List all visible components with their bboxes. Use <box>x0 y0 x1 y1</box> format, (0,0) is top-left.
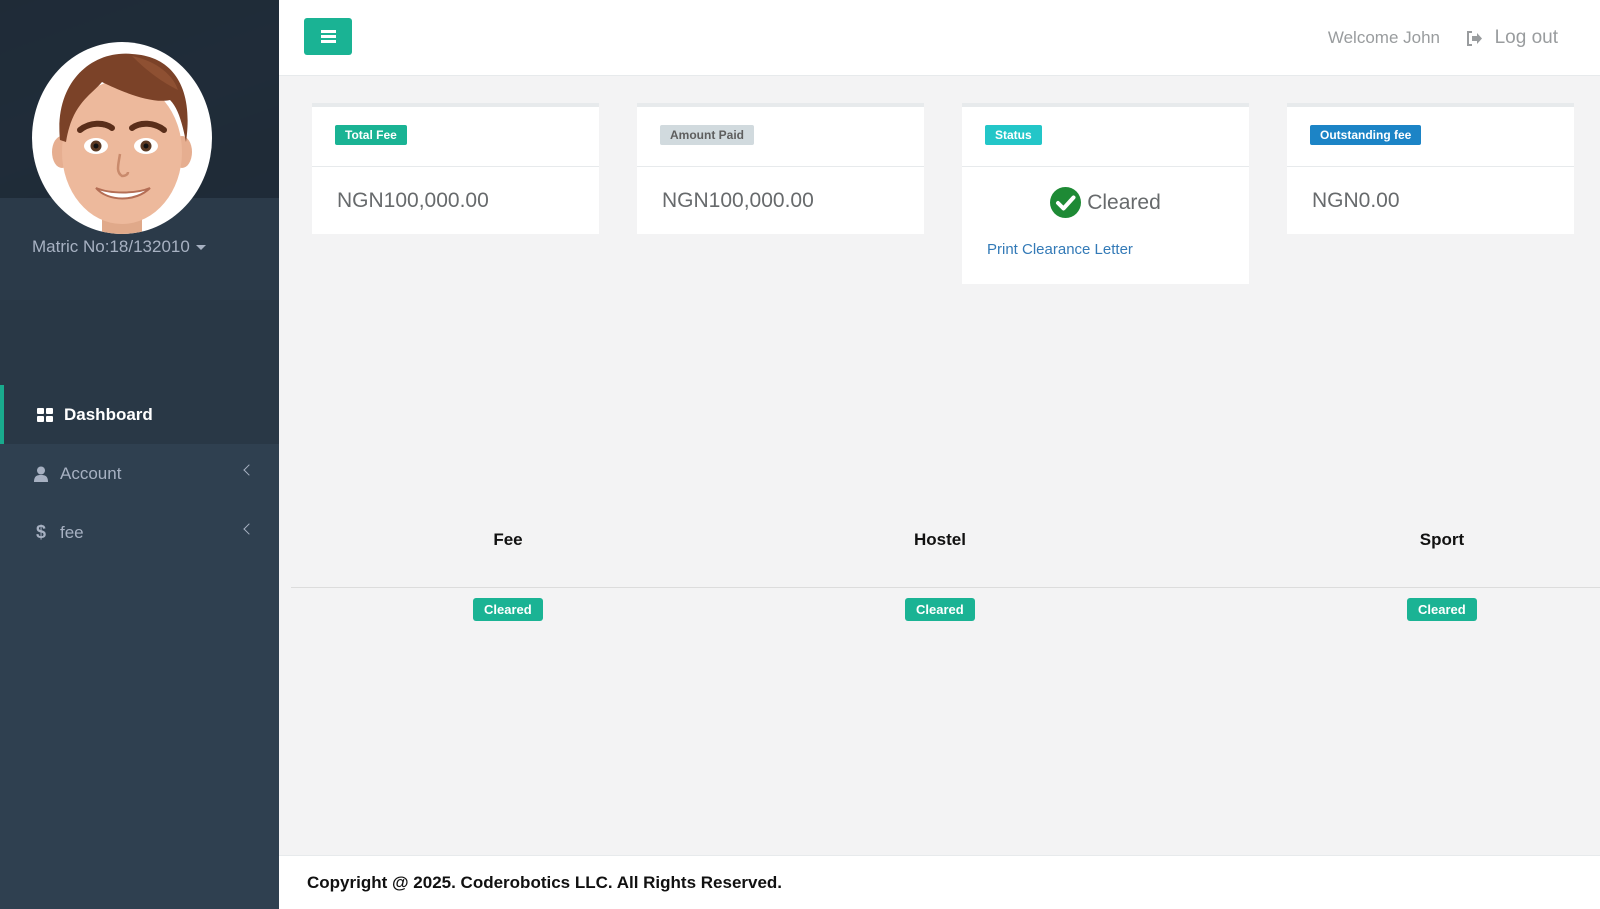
sidebar: Matric No:18/132010 Dashboard Account $ … <box>0 0 279 909</box>
nav-spacer <box>0 300 279 385</box>
dashboard-icon <box>36 407 54 422</box>
status-label: Status <box>985 125 1042 145</box>
table-header-sport: Sport <box>1419 530 1465 549</box>
status-value: Cleared <box>987 187 1224 218</box>
menu-toggle-button[interactable] <box>304 18 352 55</box>
sidebar-item-label: fee <box>60 522 84 542</box>
print-clearance-letter-link[interactable]: Print Clearance Letter <box>987 241 1133 258</box>
total-fee-value: NGN100,000.00 <box>337 188 489 212</box>
sidebar-item-account[interactable]: Account <box>0 444 279 503</box>
table-header-fee: Fee <box>493 530 523 549</box>
matric-dropdown[interactable]: Matric No:18/132010 <box>32 237 206 257</box>
sidebar-item-label: Dashboard <box>64 404 153 424</box>
total-fee-card: Total Fee NGN100,000.00 <box>312 103 599 234</box>
table-divider <box>291 587 1600 588</box>
sidebar-nav: Dashboard Account $ fee <box>0 385 279 562</box>
status-body: Cleared Print Clearance Letter <box>962 167 1249 284</box>
hamburger-icon <box>320 35 336 38</box>
total-fee-label: Total Fee <box>335 125 407 145</box>
sign-out-icon <box>1466 30 1483 46</box>
hostel-status-badge: Cleared <box>905 598 975 621</box>
profile-panel: Matric No:18/132010 <box>0 0 279 300</box>
top-navbar: Welcome John Log out <box>279 0 1600 76</box>
amount-paid-card: Amount Paid NGN100,000.00 <box>637 103 924 234</box>
check-circle-icon <box>1050 187 1082 218</box>
chevron-left-icon <box>243 464 255 476</box>
sidebar-item-fee[interactable]: $ fee <box>0 503 279 562</box>
copyright-text: Copyright @ 2025. Coderobotics LLC. All … <box>307 872 783 892</box>
card-header: Amount Paid <box>637 107 924 167</box>
card-header: Outstanding fee <box>1287 107 1574 167</box>
fee-status-badge: Cleared <box>473 598 543 621</box>
logout-label: Log out <box>1494 27 1558 48</box>
avatar[interactable] <box>32 42 212 234</box>
dollar-icon: $ <box>35 522 46 542</box>
table-header-hostel: Hostel <box>914 530 966 549</box>
card-header: Status <box>962 107 1249 167</box>
amount-paid-label: Amount Paid <box>660 125 754 145</box>
outstanding-fee-label: Outstanding fee <box>1310 125 1422 145</box>
status-card: Status Cleared Print Clearance Letter <box>962 103 1249 284</box>
welcome-message: Welcome John <box>1327 28 1440 47</box>
outstanding-fee-value: NGN0.00 <box>1312 188 1400 212</box>
user-icon <box>32 466 50 482</box>
sidebar-item-label: Account <box>60 463 122 483</box>
footer: Copyright @ 2025. Coderobotics LLC. All … <box>279 855 1600 909</box>
card-header: Total Fee <box>312 107 599 167</box>
logout-link[interactable]: Log out <box>1466 27 1558 49</box>
sidebar-item-dashboard[interactable]: Dashboard <box>0 385 279 444</box>
status-text: Cleared <box>1087 190 1161 214</box>
sport-status-badge: Cleared <box>1407 598 1477 621</box>
caret-down-icon <box>195 245 206 251</box>
avatar-face-icon <box>52 53 192 234</box>
matric-number: Matric No:18/132010 <box>32 237 190 256</box>
chevron-left-icon <box>243 523 255 535</box>
outstanding-fee-card: Outstanding fee NGN0.00 <box>1287 103 1574 234</box>
amount-paid-value: NGN100,000.00 <box>662 188 814 212</box>
